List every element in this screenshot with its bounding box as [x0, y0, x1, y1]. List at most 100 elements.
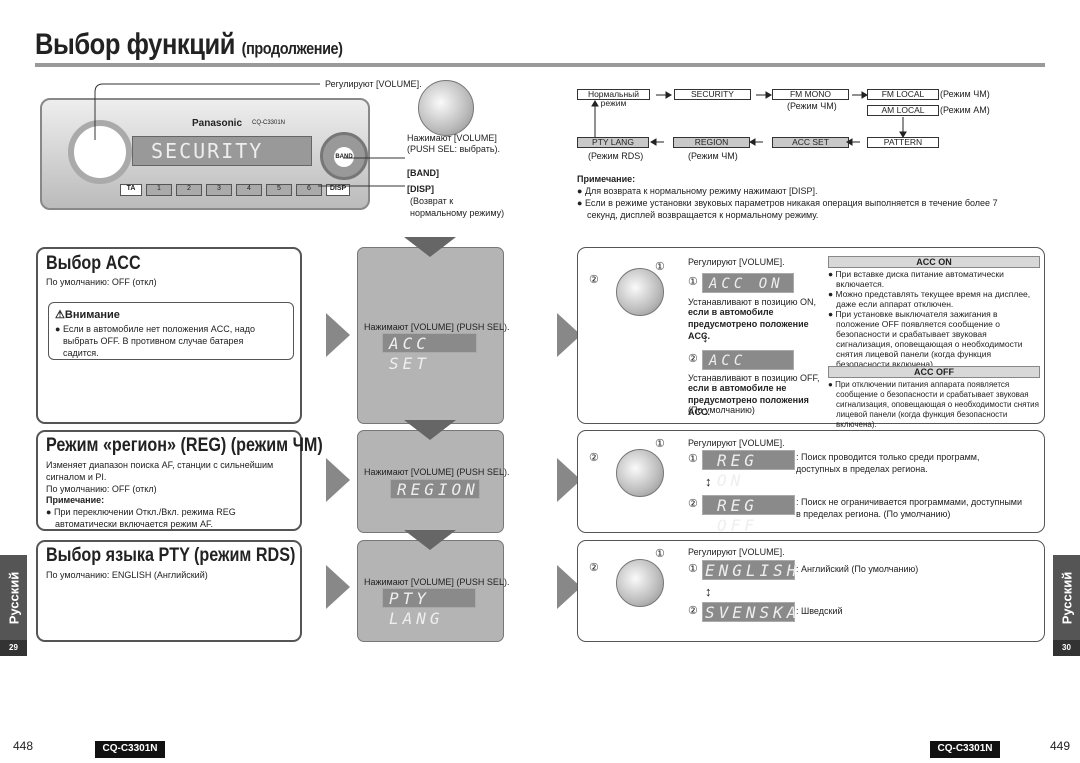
acc-off-default: (По умолчанию)	[688, 405, 755, 415]
acc-lcd: ACC SET	[382, 333, 477, 373]
acc-off-list: ● При отключении питания аппарата появля…	[828, 380, 1040, 430]
reg-detail-panel: ① ② Регулируют [VOLUME]. ① REG ON : Поис…	[577, 430, 1045, 535]
pty-step-panel: Нажимают [VOLUME] (PUSH SEL). PTY LANG	[357, 540, 509, 642]
acc-title: Выбор ACC	[46, 253, 141, 274]
item-text: При отключении питания аппарата появляет…	[835, 380, 1039, 429]
reg-on-desc: : Поиск проводится только среди программ…	[796, 452, 980, 474]
language-tab-left: Русский	[0, 555, 27, 640]
reg-panel: Режим «регион» (REG) (режим ЧМ) Изменяет…	[36, 430, 323, 531]
warning-text: ● Если в автомобиле нет положения ACC, н…	[55, 324, 256, 358]
acc-turn: Регулируют [VOLUME].	[688, 257, 785, 267]
acc-on-item: ● При установке выключателя зажигания в …	[828, 309, 1023, 369]
marker-1: ①	[688, 453, 698, 465]
acc-on-list: ● При вставке диска питание автоматическ…	[828, 269, 1040, 369]
marker-2: ②	[589, 274, 599, 286]
callout-push-sel: (PUSH SEL: выбрать).	[407, 144, 501, 154]
marker-1: ①	[688, 563, 698, 575]
reg-note: ● При переключении Откл./Вкл. режима REG…	[46, 507, 236, 529]
marker-1: ①	[655, 261, 665, 273]
marker-2: ②	[688, 498, 698, 510]
note-heading: Примечание:	[577, 174, 636, 184]
marker-2: ②	[688, 353, 698, 365]
acc-off-item: ● При отключении питания аппарата появля…	[828, 380, 1039, 429]
marker-2: ②	[589, 562, 599, 574]
reg-turn: Регулируют [VOLUME].	[688, 438, 785, 448]
right-arrow-icon	[326, 313, 350, 357]
pty-title: Выбор языка PTY (режим RDS)	[46, 545, 296, 566]
acc-press: Нажимают [VOLUME] (PUSH SEL).	[364, 322, 510, 332]
toggle-arrow-icon: ↕	[702, 330, 709, 345]
acc-warning-box: ⚠Внимание ● Если в автомобиле нет положе…	[48, 302, 294, 360]
language-tab-right: Русский	[1053, 555, 1080, 640]
warning-text-body: Если в автомобиле нет положения ACC, над…	[62, 324, 256, 358]
reg-press: Нажимают [VOLUME] (PUSH SEL).	[364, 467, 510, 477]
marker-2: ②	[688, 605, 698, 617]
acc-on-lcd: ACC ON	[702, 273, 794, 293]
marker-1: ①	[655, 438, 665, 450]
pty-svenska-lcd: SVENSKA	[702, 602, 796, 622]
footer-page-left: 448	[13, 739, 34, 753]
pty-english-desc: : Английский (По умолчанию)	[796, 564, 919, 574]
toggle-arrow-icon: ↕	[705, 584, 712, 599]
item-text: При вставке диска питание автоматически …	[835, 269, 1004, 289]
acc-off-lcd: ACC OFF	[702, 350, 794, 389]
right-arrow-icon	[326, 458, 350, 502]
tab-label: Русский	[6, 571, 21, 624]
marker-1: ①	[655, 548, 665, 560]
warning-title: Внимание	[64, 309, 120, 321]
acc-detail-panel: ① ② Регулируют [VOLUME]. ① ACC ON Устана…	[577, 247, 1045, 429]
down-arrow-icon	[404, 530, 456, 550]
callout-disp: [DISP]	[407, 184, 434, 194]
footer-model-right: CQ-C3301N	[930, 741, 1000, 758]
pty-panel: Выбор языка PTY (режим RDS) По умолчанию…	[36, 540, 302, 642]
warning-triangle-icon: ⚠	[55, 309, 65, 321]
footer-model-left: CQ-C3301N	[95, 741, 165, 758]
reg-off-desc: : Поиск не ограничивается программами, д…	[796, 497, 1022, 519]
acc-off-header: ACC OFF	[828, 366, 1040, 378]
reg-on-lcd: REG ON	[702, 450, 795, 490]
tab-label: Русский	[1059, 571, 1074, 624]
page-number-left: 29	[0, 640, 27, 656]
toggle-arrow-icon: ↕	[705, 474, 712, 489]
warning-header: ⚠Внимание	[55, 308, 120, 321]
item-text: При установке выключателя зажигания в по…	[835, 309, 1023, 369]
acc-on-header: ACC ON	[828, 256, 1040, 268]
down-arrow-icon	[404, 420, 456, 440]
volume-knob-icon	[616, 559, 664, 607]
volume-knob-icon	[616, 449, 664, 497]
acc-default: По умолчанию: OFF (откл)	[46, 277, 157, 287]
reg-step-panel: Нажимают [VOLUME] (PUSH SEL). REGION	[357, 430, 509, 533]
pty-lcd: PTY LANG	[382, 588, 476, 628]
reg-desc: Изменяет диапазон поиска AF, станции с с…	[46, 460, 274, 482]
pty-english-lcd: ENGLISH	[702, 560, 796, 580]
marker-2: ②	[589, 452, 599, 464]
reg-title: Режим «регион» (REG) (режим ЧМ)	[46, 435, 323, 456]
callout-band: [BAND]	[407, 168, 439, 178]
pty-svenska-desc: : Шведский	[796, 606, 843, 616]
item-text: Можно представлять текущее время на дисп…	[835, 289, 1031, 309]
note-item: ● Для возврата к нормальному режиму нажи…	[577, 186, 818, 196]
volume-knob-icon	[616, 268, 664, 316]
acc-on-item: ● Можно представлять текущее время на ди…	[828, 289, 1031, 309]
note-text: Для возврата к нормальному режиму нажима…	[584, 186, 818, 196]
page-number-right: 30	[1053, 640, 1080, 656]
reg-note-text: При переключении Откл./Вкл. режима REG а…	[53, 507, 236, 529]
pty-default: По умолчанию: ENGLISH (Английский)	[46, 570, 208, 580]
note-text: Если в режиме установки звуковых парамет…	[584, 198, 998, 220]
acc-on-item: ● При вставке диска питание автоматическ…	[828, 269, 1004, 289]
note-item: ● Если в режиме установки звуковых парам…	[577, 198, 998, 220]
pty-press: Нажимают [VOLUME] (PUSH SEL).	[364, 577, 510, 587]
callout-disp-note: (Возврат к нормальному режиму)	[410, 196, 505, 218]
right-arrow-icon	[326, 565, 350, 609]
marker-1: ①	[688, 276, 698, 288]
pty-detail-panel: ① ② Регулируют [VOLUME]. ① ENGLISH : Анг…	[577, 540, 1045, 642]
volume-knob-icon	[418, 80, 474, 136]
acc-step-panel: Нажимают [VOLUME] (PUSH SEL). ACC SET	[357, 247, 509, 424]
reg-off-lcd: REG OFF	[702, 495, 795, 535]
callout-volume-turn: Регулируют [VOLUME].	[325, 79, 422, 89]
reg-lcd: REGION	[390, 479, 480, 499]
flow-arrows	[591, 91, 907, 146]
pty-turn: Регулируют [VOLUME].	[688, 547, 785, 557]
acc-on-bold: если в автомобиле предусмотрено положени…	[688, 307, 809, 341]
down-arrow-icon	[404, 237, 456, 257]
